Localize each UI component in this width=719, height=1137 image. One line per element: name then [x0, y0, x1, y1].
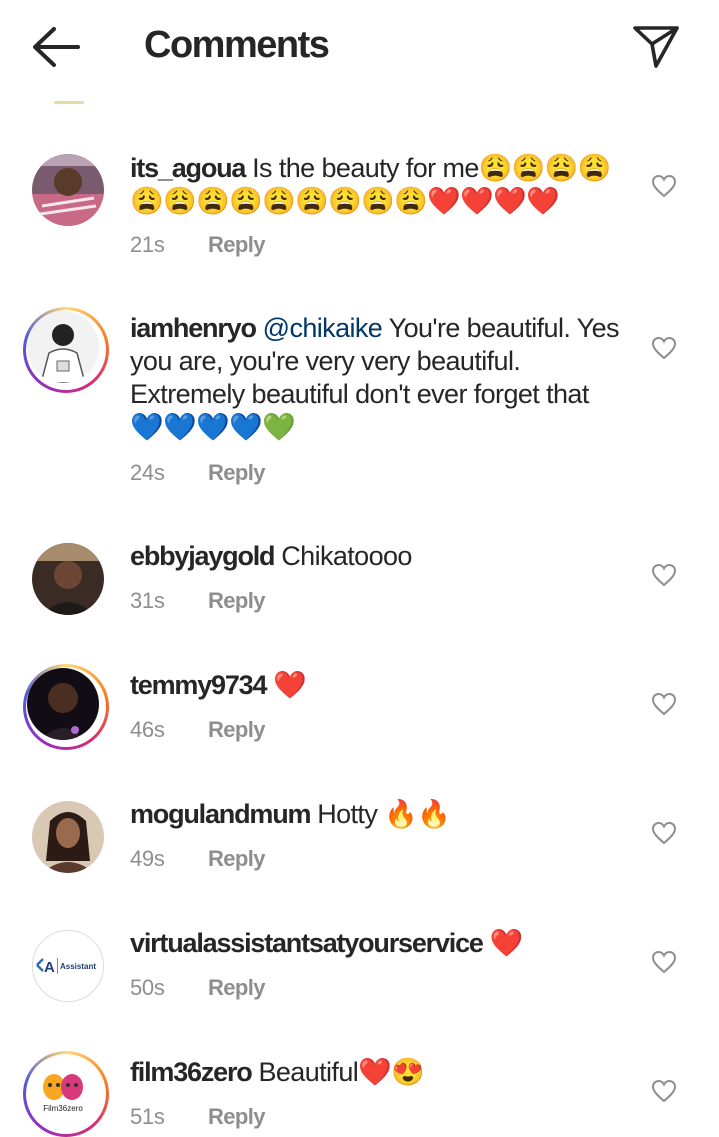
avatar[interactable] [32, 801, 104, 873]
arrow-left-icon[interactable] [30, 26, 82, 68]
avatar[interactable] [32, 543, 104, 615]
heart-icon[interactable] [651, 563, 677, 587]
comment-username[interactable]: its_agoua [130, 153, 246, 183]
previous-comment-edge [54, 101, 84, 104]
logo-text: Film36zero [43, 1104, 83, 1113]
heart-icon[interactable] [651, 821, 677, 845]
reply-button[interactable]: Reply [208, 232, 266, 257]
comment-time: 49s [130, 846, 165, 871]
comment-emoji: 🔥🔥 [384, 799, 451, 829]
comment-text: Chikatoooo [281, 541, 412, 571]
reply-button[interactable]: Reply [208, 588, 266, 613]
comment-time: 24s [130, 460, 165, 485]
heart-icon[interactable] [651, 950, 677, 974]
reply-button[interactable]: Reply [208, 975, 266, 1000]
avatar[interactable] [23, 307, 109, 393]
heart-icon[interactable] [651, 336, 677, 360]
comment-emoji: 💙💙💙💙💚 [130, 412, 296, 442]
comment-text: Hotty [317, 799, 378, 829]
comment-emoji: ❤️😍 [358, 1057, 425, 1087]
reply-button[interactable]: Reply [208, 717, 266, 742]
svg-text:A: A [44, 959, 55, 976]
comment-username[interactable]: film36zero [130, 1057, 253, 1087]
comment-text: Is the beauty for me [252, 153, 479, 183]
heart-icon[interactable] [651, 174, 677, 198]
avatar[interactable]: A Assistant [32, 930, 104, 1002]
comment-text: Beautiful [258, 1057, 359, 1087]
avatar[interactable] [23, 664, 109, 750]
comment-time: 50s [130, 975, 165, 1000]
heart-icon[interactable] [651, 1079, 677, 1103]
avatar[interactable]: Film36zero [23, 1051, 109, 1137]
comment-mention[interactable]: @chikaike [263, 313, 383, 343]
comment-username[interactable]: virtualassistantsatyourservice [130, 928, 484, 958]
logo-text: Assistant [60, 962, 96, 971]
comment-username[interactable]: ebbyjaygold [130, 541, 276, 571]
reply-button[interactable]: Reply [208, 460, 266, 485]
avatar[interactable] [32, 154, 104, 226]
top-bar: Comments [0, 0, 719, 94]
comment-time: 21s [130, 232, 165, 257]
reply-button[interactable]: Reply [208, 846, 266, 871]
comment-time: 31s [130, 588, 165, 613]
comment-time: 46s [130, 717, 165, 742]
comment-username[interactable]: mogulandmum [130, 799, 311, 829]
reply-button[interactable]: Reply [208, 1104, 266, 1129]
paper-plane-icon[interactable] [632, 24, 680, 70]
comment-username[interactable]: temmy9734 [130, 670, 268, 700]
page-title: Comments [144, 24, 330, 66]
comment-time: 51s [130, 1104, 165, 1129]
comment-emoji: ❤️ [489, 928, 524, 958]
comment-emoji: ❤️ [273, 670, 307, 700]
comment-username[interactable]: iamhenryo [130, 313, 257, 343]
heart-icon[interactable] [651, 692, 677, 716]
